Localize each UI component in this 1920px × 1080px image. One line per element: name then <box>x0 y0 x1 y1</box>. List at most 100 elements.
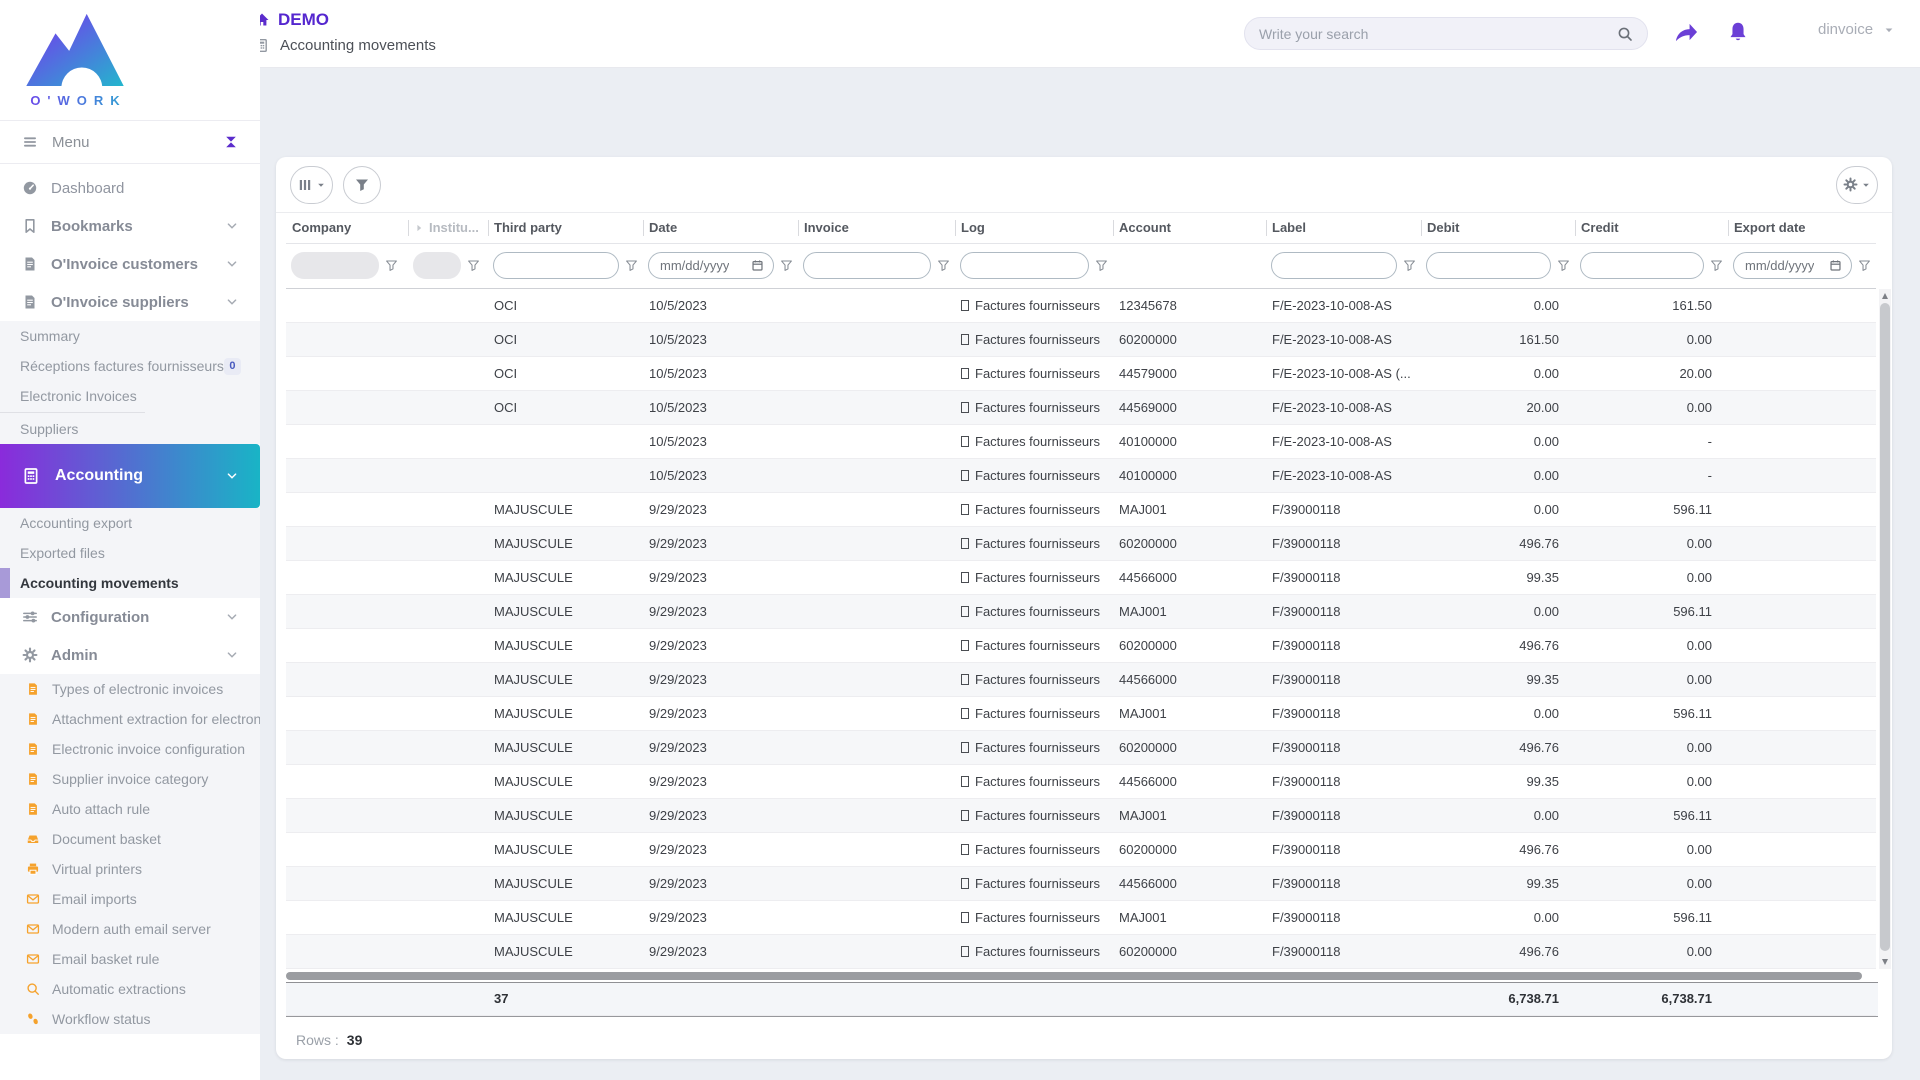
table-row[interactable]: MAJUSCULE 9/29/2023 Factures fournisseurs 6… <box>286 628 1876 663</box>
table-row[interactable]: OCI 10/5/2023 Factures fournisseurs 4456900… <box>286 390 1876 425</box>
sidebar-item-admin[interactable]: Admin <box>0 636 260 674</box>
sidebar-item-electronic-invoices[interactable]: Electronic Invoices <box>0 381 260 411</box>
column-header-invoice[interactable]: Invoice <box>798 213 955 244</box>
sidebar-item-o-invoice-suppliers[interactable]: O'Invoice suppliers <box>0 283 260 321</box>
sidebar-item-summary[interactable]: Summary <box>0 321 260 351</box>
filter-funnel-company[interactable] <box>385 259 398 272</box>
sidebar-item-dashboard[interactable]: Dashboard <box>0 169 260 207</box>
filter-funnel-credit[interactable] <box>1710 259 1723 272</box>
filter-input-third-party[interactable] <box>493 252 619 279</box>
table-row[interactable]: MAJUSCULE 9/29/2023 Factures fournisseurs 6… <box>286 526 1876 561</box>
sidebar-item-modern-auth-email-server[interactable]: Modern auth email server <box>0 914 260 944</box>
filter-funnel-export-date[interactable] <box>1858 259 1871 272</box>
notifications-button[interactable] <box>1721 15 1755 49</box>
filter-button[interactable] <box>343 165 381 204</box>
sidebar-item-automatic-extractions[interactable]: Automatic extractions <box>0 974 260 1004</box>
table-row[interactable]: MAJUSCULE 9/29/2023 Factures fournisseurs 4… <box>286 560 1876 595</box>
column-header-account[interactable]: Account <box>1113 213 1266 244</box>
columns-button[interactable] <box>290 165 333 204</box>
chevron-down-icon <box>226 258 238 270</box>
table-row[interactable]: MAJUSCULE 9/29/2023 Factures fournisseurs M… <box>286 798 1876 833</box>
sidebar-item-attachment-extraction-for-electroni[interactable]: Attachment extraction for electroni <box>0 704 260 734</box>
table-row[interactable]: MAJUSCULE 9/29/2023 Factures fournisseurs 4… <box>286 662 1876 697</box>
sidebar-item-supplier-invoice-category[interactable]: Supplier invoice category <box>0 764 260 794</box>
table-row[interactable]: MAJUSCULE 9/29/2023 Factures fournisseurs M… <box>286 900 1876 935</box>
filter-funnel-log[interactable] <box>1095 259 1108 272</box>
table-row[interactable]: MAJUSCULE 9/29/2023 Factures fournisseurs 6… <box>286 730 1876 765</box>
sidebar-item-electronic-invoice-configuration[interactable]: Electronic invoice configuration <box>0 734 260 764</box>
menu-toggle[interactable]: Menu <box>0 120 260 164</box>
horizontal-scroll-thumb[interactable] <box>286 971 1863 980</box>
cell-invoice <box>798 356 955 391</box>
column-header-debit[interactable]: Debit <box>1421 213 1575 244</box>
sidebar-item-bookmarks[interactable]: Bookmarks <box>0 207 260 245</box>
sidebar-item-workflow-status[interactable]: Workflow status <box>0 1004 260 1034</box>
filter-date-export-date[interactable]: mm/dd/yyyy <box>1733 252 1852 279</box>
table-row[interactable]: MAJUSCULE 9/29/2023 Factures fournisseurs 4… <box>286 866 1876 901</box>
sidebar-item-virtual-printers[interactable]: Virtual printers <box>0 854 260 884</box>
table-row[interactable]: MAJUSCULE 9/29/2023 Factures fournisseurs 6… <box>286 832 1876 867</box>
sidebar-item-accounting-export[interactable]: Accounting export <box>0 508 260 538</box>
search-icon[interactable] <box>1617 26 1633 42</box>
search-input[interactable] <box>1259 25 1609 42</box>
filter-funnel-date[interactable] <box>780 259 793 272</box>
column-header-label: Label <box>1272 220 1306 236</box>
cell-company <box>286 526 408 561</box>
missing-glyph-icon <box>961 571 969 583</box>
column-header-company[interactable]: Company <box>286 213 408 244</box>
sidebar-item-email-imports[interactable]: Email imports <box>0 884 260 914</box>
table-row[interactable]: MAJUSCULE 9/29/2023 Factures fournisseurs M… <box>286 594 1876 629</box>
column-header-credit[interactable]: Credit <box>1575 213 1728 244</box>
vertical-scroll-thumb[interactable] <box>1880 303 1890 951</box>
scroll-down-icon[interactable] <box>1882 959 1888 965</box>
filter-date-date[interactable]: mm/dd/yyyy <box>648 252 774 279</box>
cell-account: 60200000 <box>1113 832 1266 867</box>
table-row[interactable]: MAJUSCULE 9/29/2023 Factures fournisseurs 6… <box>286 934 1876 969</box>
sidebar-item-accounting-movements[interactable]: Accounting movements <box>0 568 260 598</box>
horizontal-scrollbar[interactable] <box>286 971 1878 981</box>
table-row[interactable]: MAJUSCULE 9/29/2023 Factures fournisseurs 4… <box>286 764 1876 799</box>
cell-label: F/E-2023-10-008-AS <box>1266 424 1421 459</box>
table-row[interactable]: OCI 10/5/2023 Factures fournisseurs 6020000… <box>286 322 1876 357</box>
filter-funnel-debit[interactable] <box>1557 259 1570 272</box>
column-header-date[interactable]: Date <box>643 213 798 244</box>
column-header-label[interactable]: Label <box>1266 213 1421 244</box>
sidebar-item-r-ceptions-factures-fournisseurs[interactable]: Réceptions factures fournisseurs 0 <box>0 351 260 381</box>
sidebar-item-email-basket-rule[interactable]: Email basket rule <box>0 944 260 974</box>
column-header-log[interactable]: Log <box>955 213 1113 244</box>
sidebar-item-auto-attach-rule[interactable]: Auto attach rule <box>0 794 260 824</box>
grid-settings-button[interactable] <box>1836 165 1878 204</box>
filter-funnel-institu[interactable] <box>467 259 480 272</box>
filter-input-invoice[interactable] <box>803 252 931 279</box>
filter-funnel-third-party[interactable] <box>625 259 638 272</box>
scroll-up-icon[interactable] <box>1882 293 1888 299</box>
collapse-logo-icon[interactable] <box>224 135 238 149</box>
filter-funnel-invoice[interactable] <box>937 259 950 272</box>
table-row[interactable]: OCI 10/5/2023 Factures fournisseurs 4457900… <box>286 356 1876 391</box>
sidebar-item-configuration[interactable]: Configuration <box>0 598 260 636</box>
sidebar-item-suppliers[interactable]: Suppliers <box>0 414 260 444</box>
cell-export_date <box>1728 322 1876 357</box>
sidebar-item-exported-files[interactable]: Exported files <box>0 538 260 568</box>
share-button[interactable] <box>1669 15 1703 49</box>
filter-funnel-label[interactable] <box>1403 259 1416 272</box>
table-row[interactable]: MAJUSCULE 9/29/2023 Factures fournisseurs M… <box>286 696 1876 731</box>
filter-input-log[interactable] <box>960 252 1089 279</box>
filter-input-credit[interactable] <box>1580 252 1704 279</box>
table-row[interactable]: 10/5/2023 Factures fournisseurs 40100000 F/… <box>286 458 1876 493</box>
filter-input-debit[interactable] <box>1426 252 1551 279</box>
user-menu[interactable]: dinvoice <box>1818 21 1895 38</box>
table-row[interactable]: OCI 10/5/2023 Factures fournisseurs 1234567… <box>286 288 1876 323</box>
table-row[interactable]: MAJUSCULE 9/29/2023 Factures fournisseurs M… <box>286 492 1876 527</box>
sidebar-item-accounting[interactable]: Accounting <box>0 444 260 508</box>
cell-invoice <box>798 594 955 629</box>
column-header-third-party[interactable]: Third party <box>488 213 643 244</box>
column-header-institu[interactable]: Institu... <box>408 213 488 244</box>
filter-input-label[interactable] <box>1271 252 1397 279</box>
sidebar-item-o-invoice-customers[interactable]: O'Invoice customers <box>0 245 260 283</box>
sidebar-item-types-of-electronic-invoices[interactable]: Types of electronic invoices <box>0 674 260 704</box>
column-header-export-date[interactable]: Export date <box>1728 213 1876 244</box>
vertical-scrollbar[interactable] <box>1879 289 1891 969</box>
sidebar-item-document-basket[interactable]: Document basket <box>0 824 260 854</box>
table-row[interactable]: 10/5/2023 Factures fournisseurs 40100000 F/… <box>286 424 1876 459</box>
